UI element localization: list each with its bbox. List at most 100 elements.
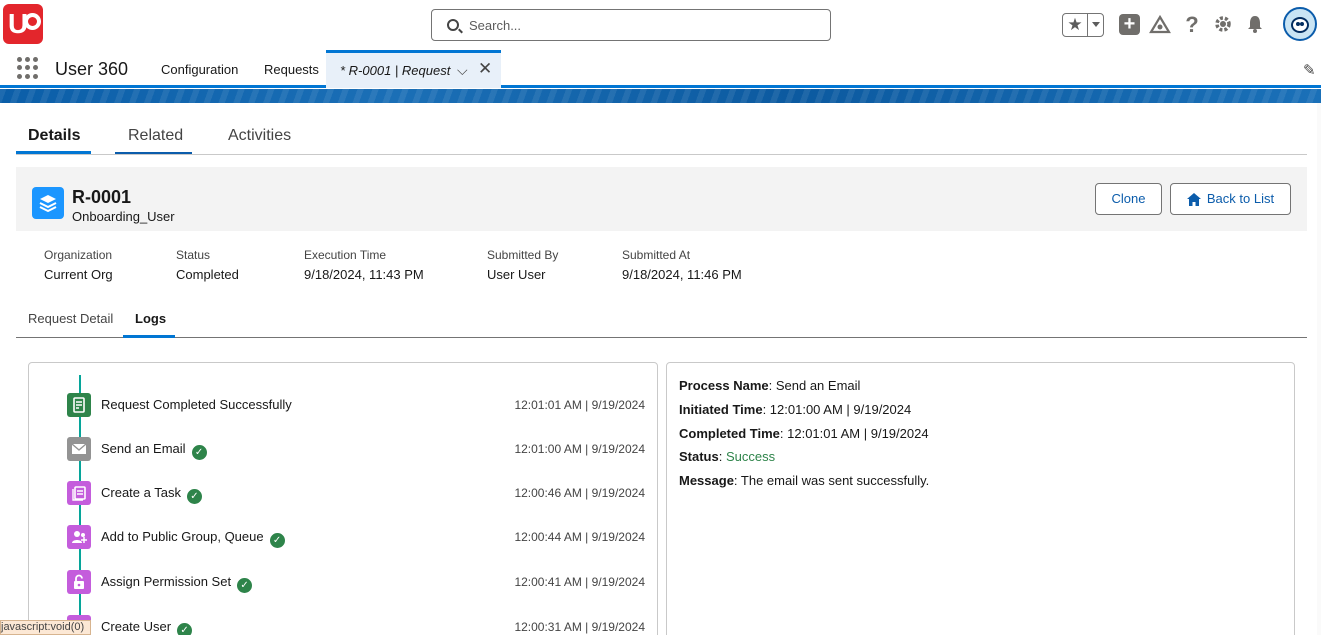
detail-completed-time: Completed Time: 12:01:01 AM | 9/19/2024 bbox=[679, 426, 929, 441]
timeline-item[interactable]: Assign Permission Set ✓ 12:00:41 AM | 9/1… bbox=[67, 570, 647, 594]
nav-item-requests[interactable]: Requests bbox=[264, 62, 319, 77]
back-to-list-label: Back to List bbox=[1206, 191, 1275, 206]
timeline-label: Create User ✓ bbox=[101, 619, 193, 635]
nav-tab-r-0001[interactable]: * R-0001 | Request ⌵ ✕ bbox=[326, 50, 501, 88]
timeline-item[interactable]: Add to Public Group, Queue ✓ 12:00:44 AM … bbox=[67, 525, 647, 549]
timeline-label-text: Request Completed Successfully bbox=[101, 397, 292, 412]
chevron-down-icon[interactable]: ⌵ bbox=[457, 62, 468, 79]
tab-request-detail[interactable]: Request Detail bbox=[28, 311, 113, 326]
detail-value: 12:01:01 AM | 9/19/2024 bbox=[787, 426, 929, 441]
clone-button[interactable]: Clone bbox=[1095, 183, 1162, 215]
tab-related-indicator bbox=[115, 152, 192, 154]
tab-logs[interactable]: Logs bbox=[135, 311, 166, 326]
task-icon bbox=[67, 481, 91, 505]
global-search[interactable] bbox=[431, 9, 831, 41]
field-value: 9/18/2024, 11:43 PM bbox=[304, 267, 424, 282]
detail-process-name: Process Name: Send an Email bbox=[679, 378, 861, 393]
nav-item-configuration[interactable]: Configuration bbox=[161, 62, 238, 77]
timeline-label-text: Add to Public Group, Queue bbox=[101, 529, 264, 544]
tab-activities[interactable]: Activities bbox=[228, 127, 291, 145]
detail-status: Status: Success bbox=[679, 449, 776, 464]
home-icon bbox=[1187, 193, 1201, 206]
edit-nav-icon[interactable]: ✎ bbox=[1303, 61, 1316, 79]
timeline-item[interactable]: Create User ✓ 12:00:31 AM | 9/19/2024 bbox=[67, 615, 647, 635]
timeline-time: 12:00:44 AM | 9/19/2024 bbox=[514, 530, 645, 544]
app-navigation-bar: User 360 Configuration Requests * R-0001… bbox=[0, 50, 1321, 88]
record-tabs: Details Related Activities bbox=[16, 103, 1307, 155]
field-label: Submitted At bbox=[622, 248, 691, 262]
group-icon bbox=[67, 525, 91, 549]
timeline-label: Assign Permission Set ✓ bbox=[101, 574, 253, 593]
star-icon[interactable]: ★ bbox=[1065, 15, 1085, 35]
avatar[interactable] bbox=[1283, 7, 1317, 41]
timeline-item[interactable]: Send an Email ✓ 12:01:00 AM | 9/19/2024 bbox=[67, 437, 647, 461]
field-value: 9/18/2024, 11:46 PM bbox=[622, 267, 742, 282]
record-title: R-0001 bbox=[72, 187, 132, 207]
tab-related[interactable]: Related bbox=[128, 127, 183, 145]
help-icon[interactable]: ? bbox=[1181, 14, 1203, 36]
detail-label: Process Name bbox=[679, 378, 769, 393]
timeline-label-text: Create User bbox=[101, 619, 172, 634]
page-banner bbox=[0, 89, 1321, 103]
timeline-label: Add to Public Group, Queue ✓ bbox=[101, 529, 285, 548]
timeline-label-text: Assign Permission Set bbox=[101, 574, 232, 589]
success-check-icon: ✓ bbox=[186, 489, 202, 504]
timeline-label-text: Create a Task bbox=[101, 485, 181, 500]
timeline-label: Create a Task ✓ bbox=[101, 485, 202, 504]
field-organization: Organization Current Org bbox=[44, 248, 113, 282]
detail-status-value: Success bbox=[725, 449, 776, 464]
field-label: Submitted By bbox=[487, 248, 559, 262]
status-bar-link-preview: javascript:void(0) bbox=[0, 620, 92, 635]
back-to-list-button[interactable]: Back to List bbox=[1170, 183, 1291, 215]
detail-label: Completed Time bbox=[679, 426, 780, 441]
timeline-label-text: Send an Email bbox=[101, 441, 186, 456]
plus-icon[interactable]: + bbox=[1119, 14, 1140, 35]
global-header: U ★ + ? bbox=[0, 0, 1321, 50]
field-value: Current Org bbox=[44, 267, 113, 282]
field-submitted-at: Submitted At 9/18/2024, 11:46 PM bbox=[622, 248, 742, 282]
field-label: Organization bbox=[44, 248, 113, 262]
tab-details[interactable]: Details bbox=[28, 127, 80, 145]
field-status: Status Completed bbox=[176, 248, 239, 282]
detail-value: 12:01:00 AM | 9/19/2024 bbox=[769, 402, 912, 417]
record-page: Details Related Activities R-0001 Onboar… bbox=[0, 103, 1321, 635]
timeline-item[interactable]: Create a Task ✓ 12:00:46 AM | 9/19/2024 bbox=[67, 481, 647, 505]
app-logo[interactable]: U bbox=[3, 4, 43, 44]
nav-tab-label: * R-0001 | Request bbox=[340, 63, 451, 78]
timeline-item[interactable]: Request Completed Successfully 12:01:01 … bbox=[67, 393, 647, 417]
timeline-time: 12:01:00 AM | 9/19/2024 bbox=[514, 442, 645, 456]
close-icon[interactable]: ✕ bbox=[478, 59, 492, 79]
timeline-time: 12:01:01 AM | 9/19/2024 bbox=[514, 398, 645, 412]
success-check-icon: ✓ bbox=[269, 533, 285, 548]
permission-lock-icon bbox=[67, 570, 91, 594]
search-icon bbox=[447, 19, 459, 31]
detail-sub-tabs: Request Detail Logs bbox=[16, 299, 1307, 338]
layers-icon bbox=[32, 187, 64, 219]
logo-badge-icon bbox=[24, 13, 41, 30]
detail-label: Initiated Time bbox=[679, 402, 763, 417]
field-execution-time: Execution Time 9/18/2024, 11:43 PM bbox=[304, 248, 424, 282]
success-check-icon: ✓ bbox=[177, 623, 193, 635]
timeline-label: Request Completed Successfully bbox=[101, 397, 292, 412]
request-completed-icon bbox=[67, 393, 91, 417]
gear-icon[interactable] bbox=[1212, 14, 1234, 36]
detail-value: Send an Email bbox=[775, 378, 861, 393]
app-name: User 360 bbox=[55, 59, 129, 79]
field-label: Execution Time bbox=[304, 248, 387, 262]
success-check-icon: ✓ bbox=[191, 445, 207, 460]
bell-icon[interactable] bbox=[1244, 14, 1266, 36]
scrollbar[interactable] bbox=[1317, 103, 1321, 635]
search-input[interactable] bbox=[469, 10, 819, 40]
trailhead-icon[interactable] bbox=[1149, 14, 1171, 36]
avatar-face-icon bbox=[1291, 17, 1309, 33]
field-submitted-by: Submitted By User User bbox=[487, 248, 558, 282]
logs-timeline: Request Completed Successfully 12:01:01 … bbox=[28, 362, 658, 635]
app-launcher-icon[interactable] bbox=[17, 57, 39, 79]
email-icon bbox=[67, 437, 91, 461]
chevron-down-icon[interactable] bbox=[1092, 22, 1100, 27]
timeline-time: 12:00:31 AM | 9/19/2024 bbox=[514, 620, 645, 634]
timeline-time: 12:00:46 AM | 9/19/2024 bbox=[514, 486, 645, 500]
detail-label: Message bbox=[679, 473, 734, 488]
detail-label: Status bbox=[679, 449, 719, 464]
favorites-group[interactable]: ★ bbox=[1062, 13, 1104, 37]
